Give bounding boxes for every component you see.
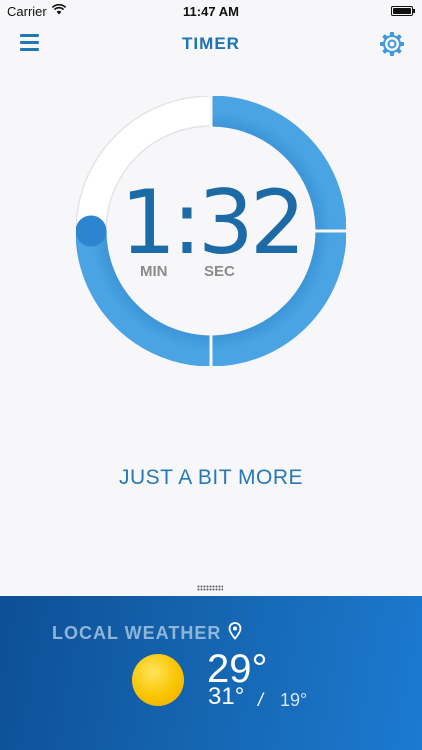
weather-panel[interactable]: LOCAL WEATHER 29° 31° / 19° xyxy=(0,596,422,750)
status-time: 11:47 AM xyxy=(183,4,239,19)
nav-bar: TIMER xyxy=(0,22,422,66)
status-bar: Carrier 11:47 AM xyxy=(0,0,422,22)
page-title: TIMER xyxy=(182,34,240,53)
encouragement-message: JUST A BIT MORE xyxy=(118,466,304,489)
sun-icon xyxy=(132,654,184,706)
low-temperature: 19° xyxy=(280,690,308,710)
gear-icon[interactable] xyxy=(379,31,405,57)
seconds-label: SEC xyxy=(204,263,235,280)
battery-icon xyxy=(391,6,415,16)
drag-handle-icon[interactable] xyxy=(197,585,223,591)
minutes-label: MIN xyxy=(140,263,168,280)
location-pin-icon xyxy=(228,622,242,640)
timer-readout: 1:32 xyxy=(120,171,306,274)
temperature-separator: / xyxy=(258,690,264,710)
weather-heading: LOCAL WEATHER xyxy=(52,623,222,643)
high-temperature: 31° xyxy=(208,683,245,710)
